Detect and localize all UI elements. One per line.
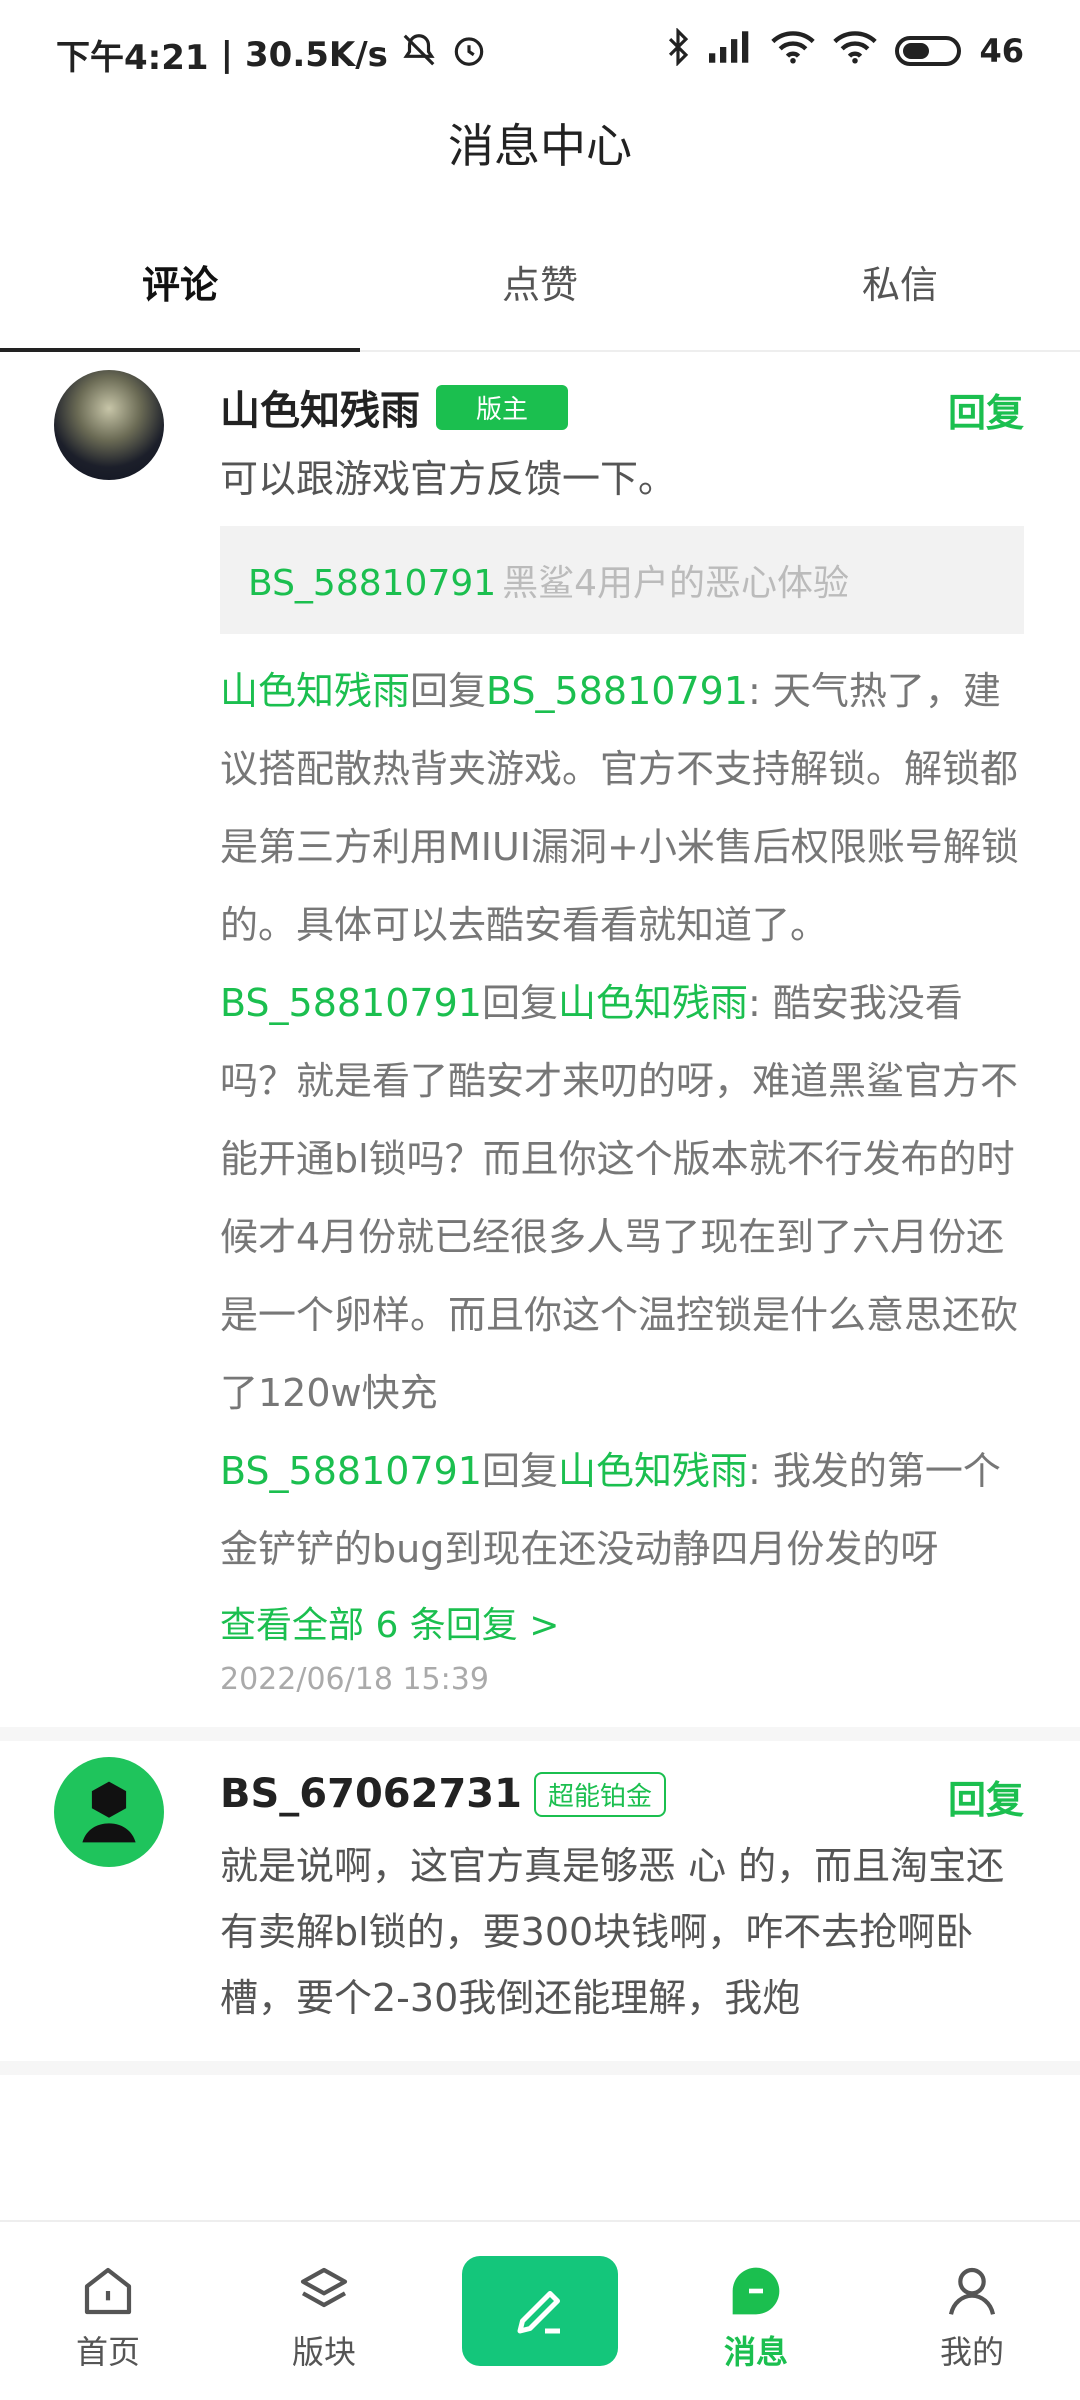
wifi-icon-2 [833,30,878,72]
status-time: 下午4:21 [56,38,209,78]
page-title: 消息中心 [448,119,632,173]
nav-label: 消息 [723,2333,788,2371]
alarm-icon [450,31,488,78]
reply-word: 回复 [481,1449,558,1493]
moderator-badge: 版主 [436,384,569,430]
home-icon [0,2249,216,2319]
reply-to: BS_58810791 [486,669,748,713]
reply-item[interactable]: BS_58810791回复山色知残雨: 我发的第一个金铲铲的bug到现在还没动静… [220,1432,1024,1588]
status-right: 46 [665,27,1024,74]
avatar[interactable] [54,1757,164,1867]
avatar[interactable] [54,370,164,480]
reply-from: BS_58810791 [220,981,482,1025]
pen-icon [517,2291,560,2334]
reply-from: 山色知残雨 [220,669,411,713]
comment-feed[interactable]: 山色知残雨 版主 回复 可以跟游戏官方反馈一下。 BS_58810791 黑鲨4用… [0,354,1080,2220]
tab-comments[interactable]: 评论 [0,240,360,352]
bottom-nav: 首页 版块 消息 我的 [0,2220,1080,2400]
status-net-speed: 30.5K/s [245,34,388,75]
name-row: BS_67062731 超能铂金 [220,1759,1024,1829]
message-icon [648,2249,864,2319]
nav-sections[interactable]: 版块 [216,2249,432,2373]
quoted-post-author: BS_58810791 [248,563,497,604]
tab-messages[interactable]: 私信 [720,240,1080,350]
mute-icon [400,31,438,78]
wifi-icon [771,30,816,72]
user-icon [864,2249,1080,2319]
reply-separator: : [747,1449,773,1493]
user-name[interactable]: BS_67062731 [220,1771,522,1817]
rank-badge: 超能铂金 [533,1771,666,1817]
reply-text: 酷安我没看吗？就是看了酷安才来叨的呀，难道黑鲨官方不能开通bl锁吗？而且你这个版… [220,981,1019,1415]
view-all-replies-link[interactable]: 查看全部 6 条回复 > [220,1596,1024,1648]
reply-word: 回复 [481,981,558,1025]
comment-date: 2022/06/18 15:39 [220,1662,489,1697]
reply-word: 回复 [410,669,487,713]
reply-button[interactable]: 回复 [948,382,1024,437]
tab-likes[interactable]: 点赞 [360,240,720,350]
quoted-post[interactable]: BS_58810791 黑鲨4用户的恶心体验 [220,526,1024,634]
signal-icon [709,30,753,72]
nav-profile[interactable]: 我的 [864,2249,1080,2373]
nav-label: 我的 [939,2333,1004,2371]
comment-card: 山色知残雨 版主 回复 可以跟游戏官方反馈一下。 BS_58810791 黑鲨4用… [0,354,1080,1741]
new-post-button[interactable] [462,2256,618,2366]
nav-label: 首页 [75,2333,140,2371]
bluetooth-icon [665,27,691,74]
tab-bar: 评论 点赞 私信 [0,240,1080,352]
battery-icon [895,36,962,66]
comment-text: 就是说啊，这官方真是够恶 心 的，而且淘宝还有卖解bl锁的，要300块钱啊，咋不… [220,1844,1005,2020]
comment-text: 可以跟游戏官方反馈一下。 [220,457,677,501]
reply-list: 山色知残雨回复BS_58810791: 天气热了，建议搭配散热背夹游戏。官方不支… [220,652,1024,1588]
reply-item[interactable]: 山色知残雨回复BS_58810791: 天气热了，建议搭配散热背夹游戏。官方不支… [220,652,1024,964]
reply-separator: : [747,669,773,713]
reply-button[interactable]: 回复 [948,1769,1024,1824]
user-silhouette-icon [82,1781,136,1843]
reply-to: 山色知残雨 [557,1449,748,1493]
name-row: 山色知残雨 版主 [220,372,1024,442]
comment-card: BS_67062731 超能铂金 回复 就是说啊，这官方真是够恶 心 的，而且淘… [0,1741,1080,2075]
reply-separator: : [747,981,773,1025]
battery-level: 46 [979,32,1024,70]
nav-post[interactable] [432,2256,648,2366]
status-bar: 下午4:21 | 30.5K/s 46 [0,0,1080,100]
quoted-post-title: 黑鲨4用户的恶心体验 [502,563,850,604]
user-name[interactable]: 山色知残雨 [220,378,420,436]
status-left: 下午4:21 | 30.5K/s [56,30,488,79]
reply-to: 山色知残雨 [557,981,748,1025]
reply-item[interactable]: BS_58810791回复山色知残雨: 酷安我没看吗？就是看了酷安才来叨的呀，难… [220,964,1024,1432]
nav-home[interactable]: 首页 [0,2249,216,2373]
nav-messages[interactable]: 消息 [648,2249,864,2373]
layers-icon [216,2249,432,2319]
nav-label: 版块 [291,2333,356,2371]
reply-from: BS_58810791 [220,1449,482,1493]
